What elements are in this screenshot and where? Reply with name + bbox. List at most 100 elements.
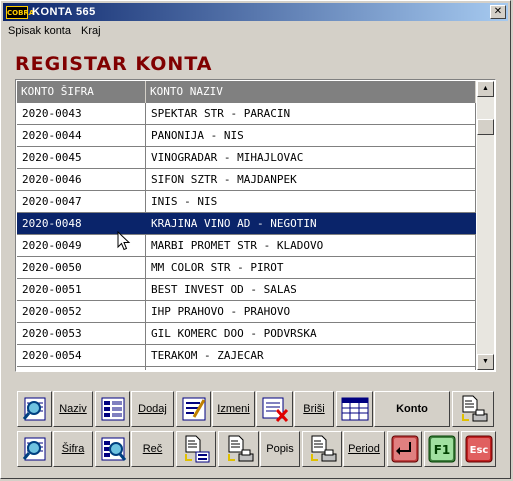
- magnifier-list-icon: [101, 437, 126, 461]
- cell-konto-naziv: INIS - NIS: [146, 191, 476, 212]
- dodaj-button[interactable]: Dodaj: [131, 391, 174, 427]
- table-row[interactable]: 2020-0047 INIS - NIS: [17, 191, 476, 213]
- title-bar: COBRA KONTA 565 ✕: [3, 3, 508, 21]
- period-button[interactable]: Period: [343, 431, 385, 467]
- scroll-up-button[interactable]: ▲: [477, 81, 494, 97]
- rec-label: Reč: [142, 443, 163, 455]
- window-title: KONTA 565: [32, 6, 96, 18]
- cell-konto-naziv: KRAJINA VINO AD - NEGOTIN: [146, 213, 476, 234]
- table-row[interactable]: 2020-0046 SIFON SZTR - MAJDANPEK: [17, 169, 476, 191]
- cell-konto-naziv: IHP PRAHOVO - PRAHOVO: [146, 301, 476, 322]
- search-by-name-icon-button[interactable]: [17, 391, 52, 427]
- menu-bar: Spisak konta Kraj: [3, 22, 106, 40]
- delete-record-icon-button[interactable]: [256, 391, 293, 427]
- list-form-icon: [101, 397, 124, 421]
- edit-pencil-icon: [182, 397, 205, 421]
- print-period-button[interactable]: [302, 431, 342, 467]
- document-printer-icon: [462, 395, 488, 422]
- cell-konto-naziv: MM COLOR STR - PIROT: [146, 257, 476, 278]
- enter-button[interactable]: [387, 431, 422, 467]
- cell-konto-sifra: 2020-0047: [17, 191, 146, 212]
- column-header-sifra[interactable]: KONTO ŠIFRA: [17, 81, 146, 103]
- konto-label: Konto: [396, 403, 428, 415]
- cell-konto-sifra: 2020-0055: [17, 367, 146, 370]
- print-document-button[interactable]: [218, 431, 259, 467]
- table-row[interactable]: 2020-0052 IHP PRAHOVO - PRAHOVO: [17, 301, 476, 323]
- table-row[interactable]: 2020-0045 VINOGRADAR - MIHAJLOVAC: [17, 147, 476, 169]
- cell-konto-naziv: SPEKTAR STR - PARACIN: [146, 103, 476, 124]
- naziv-button[interactable]: Naziv: [53, 391, 93, 427]
- cell-konto-naziv: PANONIJA - NIS: [146, 125, 476, 146]
- page-title: REGISTAR KONTA: [15, 53, 213, 75]
- close-button[interactable]: ✕: [490, 5, 506, 19]
- table-row[interactable]: 2020-0049 MARBI PROMET STR - KLADOVO: [17, 235, 476, 257]
- izmeni-label: Izmeni: [217, 403, 250, 415]
- delete-x-icon: [262, 397, 288, 423]
- escape-button[interactable]: Esc: [461, 431, 496, 467]
- table-row[interactable]: 2020-0055: [17, 367, 476, 370]
- naziv-label: Naziv: [59, 403, 87, 415]
- enter-icon: [391, 435, 418, 463]
- document-printer-icon: [311, 435, 337, 462]
- spreadsheet-icon: [341, 397, 368, 421]
- cell-konto-sifra: 2020-0054: [17, 345, 146, 366]
- sifra-button[interactable]: Šifra: [53, 431, 93, 467]
- cell-konto-sifra: 2020-0044: [17, 125, 146, 146]
- accounts-table: KONTO ŠIFRA KONTO NAZIV 2020-0043 SPEKTAR…: [15, 79, 496, 372]
- cell-konto-naziv: VINOGRADAR - MIHAJLOVAC: [146, 147, 476, 168]
- popis-label: Popis: [266, 443, 294, 455]
- table-row[interactable]: 2020-0050 MM COLOR STR - PIROT: [17, 257, 476, 279]
- app-logo-icon: COBRA: [6, 5, 34, 19]
- brisi-button[interactable]: Briši: [294, 391, 334, 427]
- table-row[interactable]: 2020-0044 PANONIJA - NIS: [17, 125, 476, 147]
- cell-konto-naziv: TERAKOM - ZAJECAR: [146, 345, 476, 366]
- table-row[interactable]: 2020-0043 SPEKTAR STR - PARACIN: [17, 103, 476, 125]
- table-body: KONTO ŠIFRA KONTO NAZIV 2020-0043 SPEKTAR…: [17, 81, 476, 370]
- cell-konto-naziv: [146, 367, 476, 370]
- esc-icon: Esc: [465, 435, 492, 463]
- cell-konto-naziv: MARBI PROMET STR - KLADOVO: [146, 235, 476, 256]
- document-list-icon: [185, 435, 210, 463]
- cell-konto-sifra: 2020-0045: [17, 147, 146, 168]
- popis-button[interactable]: Popis: [260, 431, 300, 467]
- cell-konto-sifra: 2020-0043: [17, 103, 146, 124]
- f1-help-icon: F1: [428, 435, 455, 463]
- scroll-thumb[interactable]: [477, 119, 494, 135]
- table-row[interactable]: 2020-0053 GIL KOMERC DOO - PODVRSKA: [17, 323, 476, 345]
- main-window: COBRA KONTA 565 ✕ Spisak konta Kraj REGI…: [0, 0, 511, 479]
- table-row[interactable]: 2020-0054 TERAKOM - ZAJECAR: [17, 345, 476, 367]
- vertical-scrollbar[interactable]: ▲ ▼: [477, 81, 494, 370]
- f1-label: F1: [433, 443, 450, 457]
- help-f1-button[interactable]: F1: [424, 431, 459, 467]
- menu-kraj[interactable]: Kraj: [76, 25, 106, 37]
- table-view-icon-button[interactable]: [336, 391, 373, 427]
- search-word-icon-button[interactable]: [95, 431, 130, 467]
- cell-konto-sifra: 2020-0046: [17, 169, 146, 190]
- izmeni-button[interactable]: Izmeni: [212, 391, 255, 427]
- rec-button[interactable]: Reč: [131, 431, 174, 467]
- cell-konto-naziv: BEST INVEST OD - SALAS: [146, 279, 476, 300]
- table-header: KONTO ŠIFRA KONTO NAZIV: [17, 81, 476, 103]
- magnifier-table-icon: [22, 397, 45, 421]
- edit-record-icon-button[interactable]: [176, 391, 211, 427]
- cell-konto-naziv: GIL KOMERC DOO - PODVRSKA: [146, 323, 476, 344]
- mouse-cursor-icon: [117, 231, 131, 251]
- export-list-button[interactable]: [176, 431, 216, 467]
- table-row[interactable]: 2020-0051 BEST INVEST OD - SALAS: [17, 279, 476, 301]
- document-printer-icon: [227, 435, 253, 462]
- cell-konto-sifra: 2020-0051: [17, 279, 146, 300]
- esc-label: Esc: [469, 445, 488, 456]
- period-label: Period: [348, 443, 380, 455]
- scroll-down-button[interactable]: ▼: [477, 354, 494, 370]
- search-by-code-icon-button[interactable]: [17, 431, 52, 467]
- magnifier-table-icon: [22, 437, 45, 461]
- dodaj-label: Dodaj: [138, 403, 167, 415]
- table-row[interactable]: 2020-0048 KRAJINA VINO AD - NEGOTIN: [17, 213, 476, 235]
- column-header-naziv[interactable]: KONTO NAZIV: [146, 81, 476, 103]
- menu-spisak-konta[interactable]: Spisak konta: [3, 25, 76, 37]
- add-record-icon-button[interactable]: [95, 391, 130, 427]
- print-list-button[interactable]: [452, 391, 494, 427]
- konto-button[interactable]: Konto: [374, 391, 450, 427]
- brisi-label: Briši: [303, 403, 325, 415]
- cell-konto-sifra: 2020-0053: [17, 323, 146, 344]
